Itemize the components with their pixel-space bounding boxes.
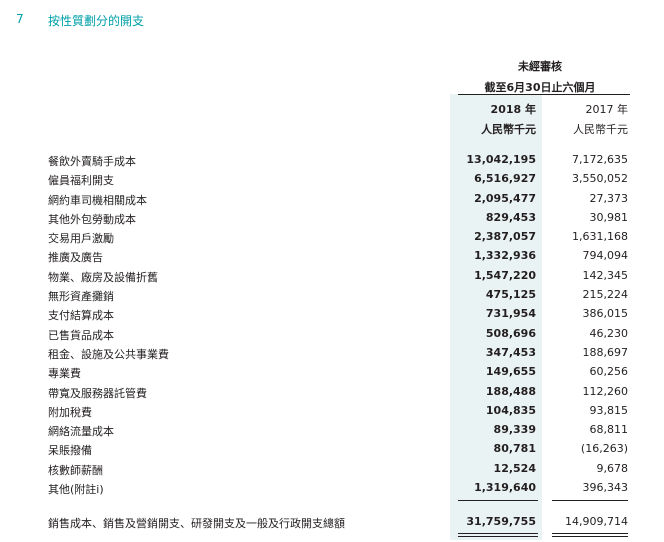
- value-2017: 30,981: [589, 210, 629, 224]
- value-2018: 13,042,195: [466, 153, 536, 166]
- table-row: 網約車司機相關成本 2,095,477 27,373: [0, 189, 664, 208]
- value-2017: 9,678: [596, 461, 629, 475]
- value-2018: 149,655: [485, 365, 536, 379]
- table-row: 附加稅費 104,835 93,815: [0, 401, 664, 420]
- table-row: 物業、廠房及設備折舊 1,547,220 142,345: [0, 266, 664, 285]
- table-row: 其他(附註i) 1,319,640 396,343: [0, 478, 664, 497]
- value-2018: 731,954: [485, 307, 536, 321]
- table-row: 僱員福利開支 6,516,927 3,550,052: [0, 169, 664, 188]
- total-rule-2018-b: [458, 536, 538, 537]
- value-2018: 347,453: [485, 345, 536, 359]
- value-2018: 104,835: [485, 403, 536, 417]
- row-label: 僱員福利開支: [48, 174, 114, 188]
- value-2017: 3,550,052: [572, 172, 628, 186]
- value-2017: 60,256: [589, 365, 629, 379]
- total-label: 銷售成本、銷售及營銷開支、研發開支及一般及行政開支總額: [48, 517, 345, 530]
- row-label: 其他(附註i): [48, 483, 104, 497]
- row-label: 交易用戶激勵: [48, 232, 114, 246]
- table-row: 呆賬撥備 80,781 (16,263): [0, 439, 664, 458]
- value-2018: 2,387,057: [474, 230, 536, 244]
- col-2017-year: 2017 年: [585, 103, 629, 116]
- row-label: 呆賬撥備: [48, 444, 92, 458]
- value-2018: 1,547,220: [474, 268, 536, 282]
- section-title: 按性質劃分的開支: [48, 14, 145, 28]
- value-2017: 7,172,635: [572, 153, 628, 166]
- row-label: 支付結算成本: [48, 309, 114, 323]
- table-row: 核數師薪酬 12,524 9,678: [0, 459, 664, 478]
- table-row: 推廣及廣告 1,332,936 794,094: [0, 246, 664, 265]
- table-row: 交易用戶激勵 2,387,057 1,631,168: [0, 227, 664, 246]
- value-2018: 6,516,927: [474, 172, 536, 186]
- table-row: 專業費 149,655 60,256: [0, 362, 664, 381]
- row-label: 帶寬及服務器託管費: [48, 386, 147, 400]
- value-2017: 215,224: [582, 288, 629, 302]
- value-2017: 386,015: [582, 307, 629, 321]
- unaudited-label: 未經審核: [518, 60, 562, 73]
- period-label: 截至6月30日止六個月: [484, 81, 596, 94]
- row-label: 物業、廠房及設備折舊: [48, 270, 158, 284]
- value-2018: 89,339: [493, 423, 536, 437]
- table-row: 帶寬及服務器託管費 188,488 112,260: [0, 382, 664, 401]
- total-2017: 14,909,714: [565, 515, 628, 528]
- row-label: 核數師薪酬: [48, 463, 103, 477]
- row-label: 網約車司機相關成本: [48, 193, 147, 207]
- value-2017: 1,631,168: [572, 230, 628, 244]
- value-2018: 2,095,477: [474, 191, 536, 205]
- value-2017: 142,345: [582, 268, 629, 282]
- table-row: 支付結算成本 731,954 386,015: [0, 304, 664, 323]
- row-label: 租金、設施及公共事業費: [48, 347, 169, 361]
- value-2017: 112,260: [582, 384, 629, 398]
- col-2018-unit: 人民幣千元: [481, 123, 536, 136]
- table-row: 無形資產攤銷 475,125 215,224: [0, 285, 664, 304]
- table-row: 已售貨品成本 508,696 46,230: [0, 324, 664, 343]
- row-label: 無形資產攤銷: [48, 290, 114, 304]
- row-label: 其他外包勞動成本: [48, 212, 136, 226]
- table-row: 網絡流量成本 89,339 68,811: [0, 420, 664, 439]
- value-2017: 27,373: [589, 191, 629, 205]
- total-rule-2017-b: [552, 536, 628, 537]
- row-label: 附加稅費: [48, 405, 92, 419]
- value-2018: 1,332,936: [474, 249, 536, 263]
- value-2017: 794,094: [582, 249, 629, 263]
- table-row: 餐飲外賣騎手成本 13,042,195 7,172,635: [0, 150, 664, 169]
- value-2017: 188,697: [582, 345, 629, 359]
- value-2017: 68,811: [589, 423, 629, 437]
- value-2018: 1,319,640: [474, 481, 536, 495]
- value-2018: 80,781: [493, 442, 536, 456]
- total-2018: 31,759,755: [466, 515, 536, 528]
- value-2018: 508,696: [485, 326, 536, 340]
- value-2018: 188,488: [485, 384, 536, 398]
- section-number: 7: [16, 12, 24, 26]
- col-2018-year: 2018 年: [490, 103, 536, 116]
- value-2018: 829,453: [485, 210, 536, 224]
- value-2017: 93,815: [589, 403, 629, 417]
- row-label: 網絡流量成本: [48, 425, 114, 439]
- subtotal-rule-2018: [458, 500, 538, 501]
- total-row: 銷售成本、銷售及營銷開支、研發開支及一般及行政開支總額 31,759,755 1…: [0, 512, 664, 532]
- col-2017-unit: 人民幣千元: [573, 123, 628, 136]
- row-label: 專業費: [48, 367, 81, 381]
- expense-table: 餐飲外賣騎手成本 13,042,195 7,172,635 僱員福利開支 6,516,…: [0, 150, 664, 497]
- total-rule-2017-a: [552, 533, 628, 534]
- table-row: 租金、設施及公共事業費 347,453 188,697: [0, 343, 664, 362]
- value-2018: 475,125: [485, 288, 536, 302]
- value-2017: (16,263): [580, 442, 628, 456]
- value-2018: 12,524: [493, 461, 536, 475]
- row-label: 已售貨品成本: [48, 328, 114, 342]
- value-2017: 396,343: [582, 481, 629, 495]
- row-label: 餐飲外賣騎手成本: [48, 155, 136, 168]
- total-rule-2018-a: [458, 533, 538, 534]
- table-row: 其他外包勞動成本 829,453 30,981: [0, 208, 664, 227]
- value-2017: 46,230: [589, 326, 629, 340]
- subtotal-rule-2017: [552, 500, 628, 501]
- row-label: 推廣及廣告: [48, 251, 103, 265]
- period-underline: [458, 94, 630, 95]
